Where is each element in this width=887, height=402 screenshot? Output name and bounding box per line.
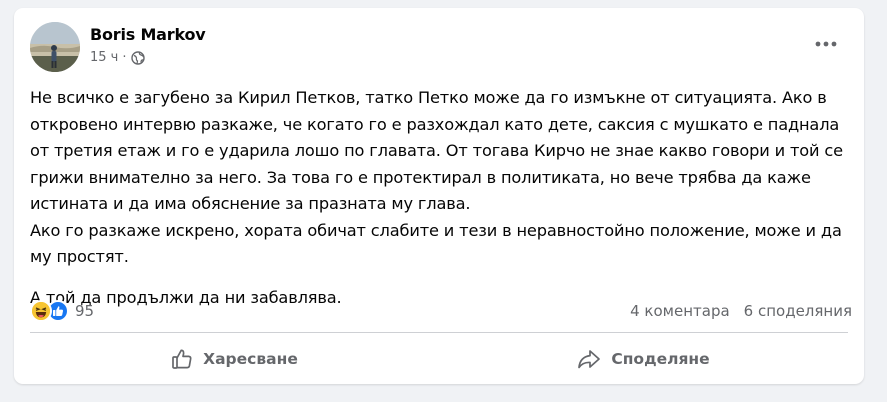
- globe-icon[interactable]: [130, 50, 145, 65]
- post-header: Boris Markov 15 ч ·: [30, 22, 848, 72]
- haha-reaction-icon: [30, 300, 52, 322]
- thumbs-up-icon: [172, 349, 192, 369]
- comments-count[interactable]: 4 коментара: [630, 302, 730, 320]
- post-time[interactable]: 15 ч: [90, 50, 118, 65]
- meta-separator: ·: [122, 50, 127, 65]
- more-options-icon: [815, 41, 837, 47]
- share-button-label: Споделяне: [611, 350, 710, 368]
- shares-count[interactable]: 6 споделяния: [744, 302, 852, 320]
- avatar[interactable]: [30, 22, 80, 72]
- engagement-counts: 4 коментара 6 споделяния: [630, 302, 852, 320]
- like-button[interactable]: Харесване: [30, 338, 439, 380]
- share-button[interactable]: Споделяне: [439, 338, 848, 380]
- post-stats: 95 4 коментара 6 споделяния: [30, 300, 852, 324]
- post-actions: Харесване Споделяне: [30, 338, 848, 380]
- post-paragraph: Не всичко е загубено за Кирил Петков, та…: [30, 88, 843, 213]
- reactions-summary[interactable]: 95: [30, 300, 94, 322]
- actions-divider: [30, 332, 848, 333]
- reaction-count: 95: [75, 302, 95, 320]
- author-name[interactable]: Boris Markov: [90, 25, 206, 44]
- post-meta: 15 ч ·: [90, 50, 145, 65]
- post-body: Не всичко е загубено за Кирил Петков, та…: [30, 85, 852, 311]
- post-card: Boris Markov 15 ч · Не всичко е загубено: [14, 8, 864, 384]
- avatar-photo: [30, 22, 80, 72]
- share-arrow-icon: [578, 350, 601, 369]
- like-button-label: Харесване: [203, 350, 298, 368]
- more-options-button[interactable]: [808, 26, 844, 62]
- post-paragraph: Ако го разкаже искрено, хората обичат сл…: [30, 220, 842, 267]
